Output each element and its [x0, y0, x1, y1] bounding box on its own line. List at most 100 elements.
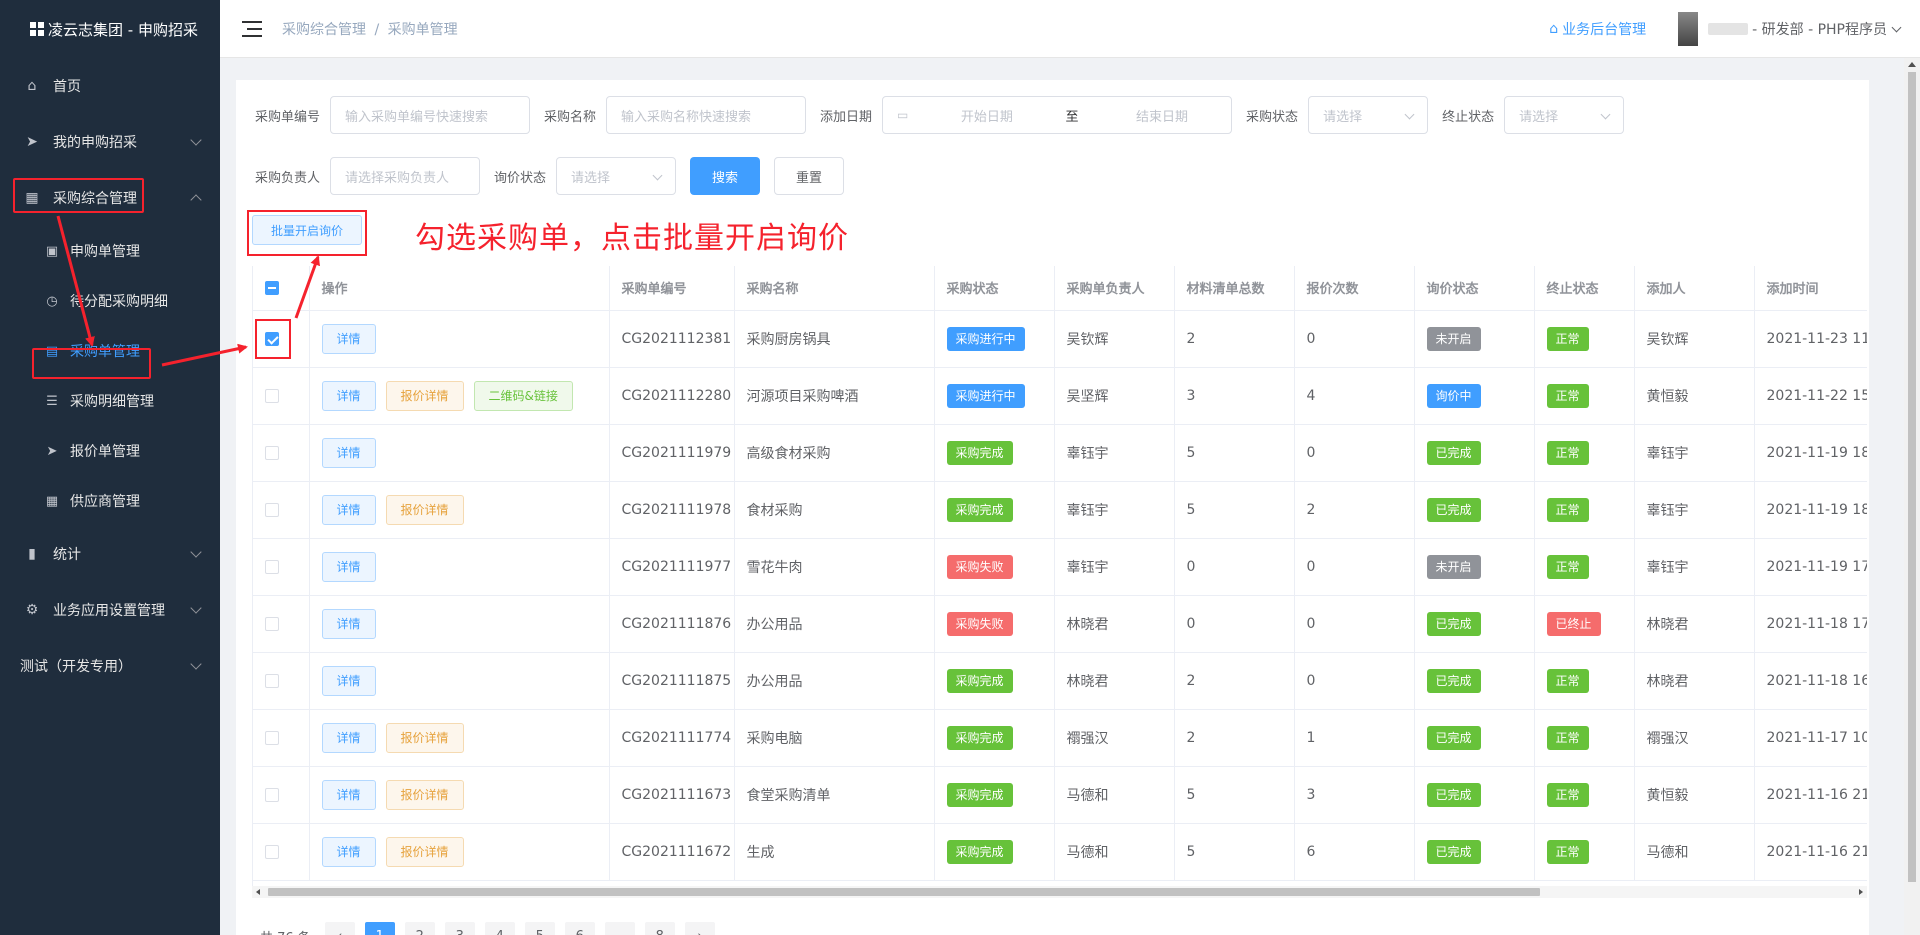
row-checkbox[interactable] [265, 730, 279, 745]
sidebar-item-dev-test[interactable]: 测试（开发专用） [0, 638, 220, 694]
name-input[interactable]: 输入采购名称快速搜索 [606, 96, 807, 134]
page-button[interactable]: 8 [644, 922, 675, 935]
adder-cell: 黄恒毅 [1634, 766, 1755, 824]
user-role[interactable]: - 研发部 - PHP程序员 [1752, 19, 1887, 39]
scrollbar-thumb[interactable] [268, 888, 1540, 896]
chevron-down-icon [190, 658, 202, 670]
owner-select[interactable]: 请选择采购负责人 [330, 157, 481, 195]
table-row: 详情 报价详情 二维码&链接 CG2021112280 河源项目采购啤酒 采购进行中 吴坚辉… [253, 367, 1867, 425]
page-button[interactable]: ... [604, 922, 635, 935]
chevron-down-icon[interactable] [1891, 22, 1902, 32]
row-checkbox[interactable] [265, 844, 279, 859]
sidebar-subitem-pending-details[interactable]: ◷ 待分配采购明细 [0, 276, 220, 326]
row-checkbox[interactable] [265, 445, 279, 460]
detail-button[interactable]: 详情 [321, 323, 376, 354]
page-button[interactable]: 4 [484, 922, 515, 935]
detail-button[interactable]: 详情 [321, 779, 376, 810]
owner-cell: 林晓君 [1054, 652, 1175, 710]
time-cell: 2021-11-17 10: [1754, 709, 1867, 767]
detail-button[interactable]: 详情 [321, 722, 376, 753]
page-button[interactable]: 6 [564, 922, 595, 935]
inquiry-cell: 已完成 [1414, 424, 1535, 482]
row-checkbox[interactable] [265, 673, 279, 688]
name-placeholder: 输入采购名称快速搜索 [621, 109, 752, 125]
scroll-left-icon[interactable] [256, 889, 260, 895]
sidebar-subitem-requisition[interactable]: ▣ 申购单管理 [0, 226, 220, 276]
chevron-down-icon [190, 602, 202, 614]
row-checkbox[interactable] [265, 787, 279, 802]
row-checkbox[interactable] [265, 388, 279, 403]
scroll-right-icon[interactable] [1859, 889, 1863, 895]
sidebar-item-settings[interactable]: ⚙ 业务应用设置管理 [0, 582, 220, 638]
status-select[interactable]: 请选择 [1308, 96, 1429, 134]
biz-admin-link[interactable]: ⌂ 业务后台管理 [1549, 19, 1646, 39]
brand[interactable]: 凌云志集团 - 申购招采 [0, 0, 220, 58]
page-button[interactable]: › [684, 922, 715, 935]
quote-detail-button[interactable]: 报价详情 [385, 779, 464, 810]
detail-button[interactable]: 详情 [321, 437, 376, 468]
row-select-cell [253, 766, 310, 824]
clock-icon: ◷ [46, 293, 58, 309]
quote-detail-button[interactable]: 报价详情 [385, 836, 464, 867]
sidebar-item-my-purchase[interactable]: ➤ 我的申购招采 [0, 114, 220, 170]
user-name-blurred [1708, 23, 1749, 35]
detail-button[interactable]: 详情 [321, 836, 376, 867]
order-name-cell: 雪花牛肉 [734, 538, 935, 596]
date-range-picker[interactable]: ▭ 开始日期 至 结束日期 [882, 96, 1233, 134]
detail-button[interactable]: 详情 [321, 380, 376, 411]
detail-button[interactable]: 详情 [321, 665, 376, 696]
page-button[interactable]: 5 [524, 922, 555, 935]
avatar[interactable] [1678, 12, 1699, 46]
materials-cell: 5 [1174, 766, 1295, 824]
stop-cell: 正常 [1534, 424, 1635, 482]
page-button[interactable]: 2 [404, 922, 435, 935]
row-select-cell [253, 367, 310, 425]
stop-badge: 正常 [1546, 725, 1589, 750]
menu-toggle-icon[interactable] [242, 20, 262, 37]
stop-select[interactable]: 请选择 [1504, 96, 1625, 134]
sidebar-subitem-quotations[interactable]: ➤ 报价单管理 [0, 426, 220, 476]
sidebar-item-statistics[interactable]: ▮ 统计 [0, 526, 220, 582]
horizontal-scrollbar[interactable] [252, 886, 1867, 898]
reset-button[interactable]: 重置 [774, 157, 845, 195]
sidebar-subitem-suppliers[interactable]: ▦ 供应商管理 [0, 476, 220, 526]
quote-detail-button[interactable]: 报价详情 [385, 380, 464, 411]
qr-link-button[interactable]: 二维码&链接 [473, 380, 573, 411]
row-checkbox[interactable] [265, 616, 279, 631]
detail-button[interactable]: 详情 [321, 608, 376, 639]
home-icon: ⌂ [27, 78, 37, 94]
scrollbar-thumb[interactable] [1908, 72, 1916, 882]
search-button[interactable]: 搜索 [690, 157, 761, 195]
inquiry-badge: 已完成 [1426, 782, 1481, 807]
row-checkbox[interactable] [265, 559, 279, 574]
sidebar-subitem-purchase-details[interactable]: ☰ 采购明细管理 [0, 376, 220, 426]
breadcrumb-parent[interactable]: 采购综合管理 [282, 22, 366, 38]
owner-cell: 吴钦辉 [1054, 310, 1175, 368]
detail-button[interactable]: 详情 [321, 494, 376, 525]
inquiry-badge: 已完成 [1426, 725, 1481, 750]
inquiry-cell: 已完成 [1414, 652, 1535, 710]
ops-cell: 详情 报价详情 二维码&链接 [309, 367, 610, 425]
table-row: 详情 CG2021111979 高级食材采购 采购完成 辜钰宇 5 0 已完成 正常 辜钰宇 202… [253, 424, 1867, 482]
page-button[interactable]: 3 [444, 922, 475, 935]
pagination: 共 76 条 ‹ 123456... 8 › [260, 922, 725, 935]
row-checkbox[interactable] [265, 331, 279, 346]
column-header: 询价状态 [1414, 266, 1535, 311]
quote-detail-button[interactable]: 报价详情 [385, 494, 464, 525]
inquiry-select[interactable]: 请选择 [556, 157, 677, 195]
batch-open-inquiry-button[interactable]: 批量开启询价 [252, 215, 362, 245]
page-button[interactable]: ‹ [324, 922, 355, 935]
detail-button[interactable]: 详情 [321, 551, 376, 582]
vertical-scrollbar[interactable] [1904, 58, 1920, 935]
page-button[interactable]: 1 [364, 922, 395, 935]
select-all-checkbox[interactable] [265, 280, 279, 295]
stop-cell: 正常 [1534, 481, 1635, 539]
scroll-up-icon[interactable] [1908, 62, 1916, 67]
owner-cell: 马德和 [1054, 823, 1175, 881]
sidebar-item-home[interactable]: ⌂ 首页 [0, 58, 220, 114]
quote-detail-button[interactable]: 报价详情 [385, 722, 464, 753]
order-no-input[interactable]: 输入采购单编号快速搜索 [330, 96, 531, 134]
row-checkbox[interactable] [265, 502, 279, 517]
column-header: 采购单负责人 [1054, 266, 1175, 311]
time-cell: 2021-11-16 21: [1754, 766, 1867, 824]
